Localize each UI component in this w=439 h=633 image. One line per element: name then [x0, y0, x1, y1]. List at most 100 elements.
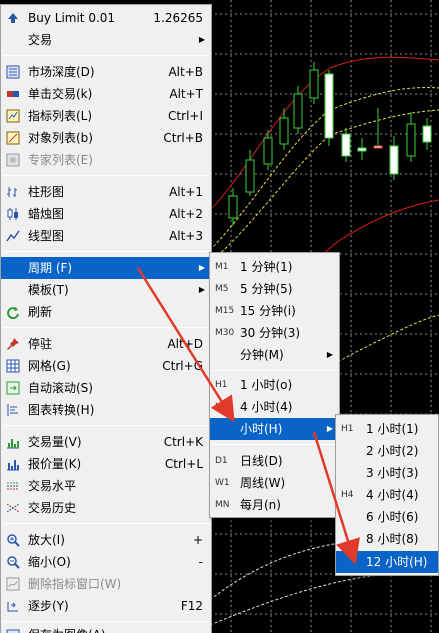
minutes-label: 分钟(M) [240, 348, 284, 362]
menu-item-buy-limit[interactable]: Buy Limit 0.01 1.26265 [1, 7, 211, 29]
hours-item-h1[interactable]: H1 1 小时(1) [336, 418, 438, 440]
separator [212, 444, 337, 445]
menu-item-autoscroll[interactable]: 自动滚动(S) [1, 377, 211, 399]
one-click-trading-icon [7, 91, 19, 97]
period-item-mn[interactable]: MN 每月(n) [210, 494, 339, 516]
menu-item-grid[interactable]: 网格(G) Ctrl+G [1, 355, 211, 377]
submenu-arrow-icon: ▶ [326, 424, 333, 433]
mn-tag: MN [215, 500, 230, 510]
autoscroll-icon [6, 381, 20, 395]
hours-submenu: H1 1 小时(1) 2 小时(2) 3 小时(3) H4 4 小时(4) 6 … [335, 414, 439, 576]
menu-item-market-depth[interactable]: 市场深度(D) Alt+B [1, 61, 211, 83]
m15-tag: M15 [215, 306, 235, 316]
period-item-m15[interactable]: M15 15 分钟(i) [210, 300, 339, 322]
menu-item-step[interactable]: 逐步(Y) F12 [1, 595, 211, 617]
hours-label: 小时(H) [240, 422, 283, 436]
experts-list-label: 专家列表(E) [28, 153, 93, 167]
h8-label: 8 小时(8) [366, 532, 419, 546]
menu-item-zoom-out[interactable]: 缩小(O) - [1, 551, 211, 573]
dock-label: 停驻 [28, 337, 53, 351]
delete-indicator-window-label: 删除指标窗口(W) [28, 577, 122, 591]
period-item-m30[interactable]: M30 30 分钟(3) [210, 322, 339, 344]
candlesticks [228, 62, 432, 226]
menu-item-one-click-trading[interactable]: 单击交易(k) Alt+T [1, 83, 211, 105]
separator [3, 175, 209, 176]
separator [3, 251, 209, 252]
d1-tag: D1 [215, 456, 228, 466]
d1-label: 日线(D) [240, 454, 283, 468]
hours-item-h6[interactable]: 6 小时(6) [336, 506, 438, 528]
menu-item-zoom-in[interactable]: 放大(I) + [1, 529, 211, 551]
menu-item-refresh[interactable]: 刷新 [1, 301, 211, 323]
h4-tag: H4 [215, 402, 228, 412]
zoom-out-icon [7, 556, 20, 569]
h1-label: 1 小时(o) [240, 378, 293, 392]
menu-item-trade-history[interactable]: 交易历史 [1, 497, 211, 519]
period-item-h4[interactable]: H4 4 小时(4) [210, 396, 339, 418]
line-chart-label: 线型图 [28, 229, 65, 243]
save-as-image-label: 保存为图像(A) [28, 624, 106, 633]
h1-label: 1 小时(1) [366, 422, 419, 436]
m30-label: 30 分钟(3) [240, 326, 301, 340]
bottom-dashed-line-2 [209, 569, 439, 626]
line-chart-shortcut: Alt+3 [169, 229, 203, 243]
menu-item-chart-shift[interactable]: 图表转换(H) [1, 399, 211, 421]
hours-item-h12[interactable]: 12 小时(H) [336, 551, 438, 573]
menu-item-line-chart[interactable]: 线型图 Alt+3 [1, 225, 211, 247]
hours-item-h2[interactable]: 2 小时(2) [336, 440, 438, 462]
period-item-d1[interactable]: D1 日线(D) [210, 450, 339, 472]
menu-item-candle-chart[interactable]: 蜡烛图 Alt+2 [1, 203, 211, 225]
one-click-trading-shortcut: Alt+T [169, 87, 203, 101]
menu-item-save-as-image[interactable]: 保存为图像(A) [1, 624, 211, 633]
menu-item-trade[interactable]: 交易 ▶ [1, 29, 211, 51]
volume-shortcut: Ctrl+K [163, 435, 203, 449]
trade-label: 交易 [28, 33, 53, 47]
objects-list-shortcut: Ctrl+B [163, 131, 203, 145]
volume-icon [7, 439, 19, 449]
period-item-m1[interactable]: M1 1 分钟(1) [210, 256, 339, 278]
tick-volume-label: 报价量(K) [28, 457, 82, 471]
chart-context-menu: Buy Limit 0.01 1.26265 交易 ▶ 市场深度(D) Alt+… [0, 4, 212, 633]
menu-item-trade-levels[interactable]: 交易水平 [1, 475, 211, 497]
hours-item-h8[interactable]: 8 小时(8) [336, 528, 438, 550]
menu-item-template[interactable]: 模板(T) ▶ [1, 279, 211, 301]
period-item-minutes[interactable]: 分钟(M) ▶ [210, 344, 339, 366]
period-submenu: M1 1 分钟(1) M5 5 分钟(5) M15 15 分钟(i) M30 3… [209, 252, 340, 518]
step-label: 逐步(Y) [28, 599, 69, 613]
autoscroll-label: 自动滚动(S) [28, 381, 93, 395]
market-depth-shortcut: Alt+B [168, 65, 203, 79]
menu-item-bar-chart[interactable]: 柱形图 Alt+1 [1, 181, 211, 203]
h2-label: 2 小时(2) [366, 444, 419, 458]
menu-item-dock[interactable]: 停驻 Alt+D [1, 333, 211, 355]
period-item-m5[interactable]: M5 5 分钟(5) [210, 278, 339, 300]
m5-tag: M5 [215, 284, 229, 294]
w1-label: 周线(W) [240, 476, 286, 490]
separator [3, 523, 209, 524]
period-item-hours[interactable]: 小时(H) ▶ [210, 418, 339, 440]
m1-tag: M1 [215, 262, 229, 272]
trade-levels-label: 交易水平 [28, 479, 77, 493]
buy-limit-label: Buy Limit 0.01 [28, 11, 116, 25]
candle-chart-label: 蜡烛图 [28, 207, 65, 221]
separator [212, 370, 337, 371]
zoom-out-shortcut: - [198, 555, 203, 569]
menu-item-indicators-list[interactable]: 指标列表(L) Ctrl+I [1, 105, 211, 127]
grid-shortcut: Ctrl+G [162, 359, 203, 373]
hours-item-h4[interactable]: H4 4 小时(4) [336, 484, 438, 506]
menu-item-period[interactable]: 周期 (F) ▶ [1, 257, 211, 279]
zoom-in-shortcut: + [192, 533, 203, 547]
menu-item-tick-volume[interactable]: 报价量(K) Ctrl+L [1, 453, 211, 475]
period-item-h1[interactable]: H1 1 小时(o) [210, 374, 339, 396]
step-shortcut: F12 [180, 599, 203, 613]
h1-tag: H1 [215, 380, 228, 390]
grid-label: 网格(G) [28, 359, 71, 373]
candlestick-chart-icon [7, 208, 18, 220]
menu-item-objects-list[interactable]: 对象列表(b) Ctrl+B [1, 127, 211, 149]
hours-item-h3[interactable]: 3 小时(3) [336, 462, 438, 484]
period-item-w1[interactable]: W1 周线(W) [210, 472, 339, 494]
chart-shift-label: 图表转换(H) [28, 403, 95, 417]
refresh-icon [7, 307, 19, 319]
menu-item-experts-list: 专家列表(E) [1, 149, 211, 171]
menu-item-volume[interactable]: 交易量(V) Ctrl+K [1, 431, 211, 453]
bar-chart-icon [7, 187, 17, 197]
